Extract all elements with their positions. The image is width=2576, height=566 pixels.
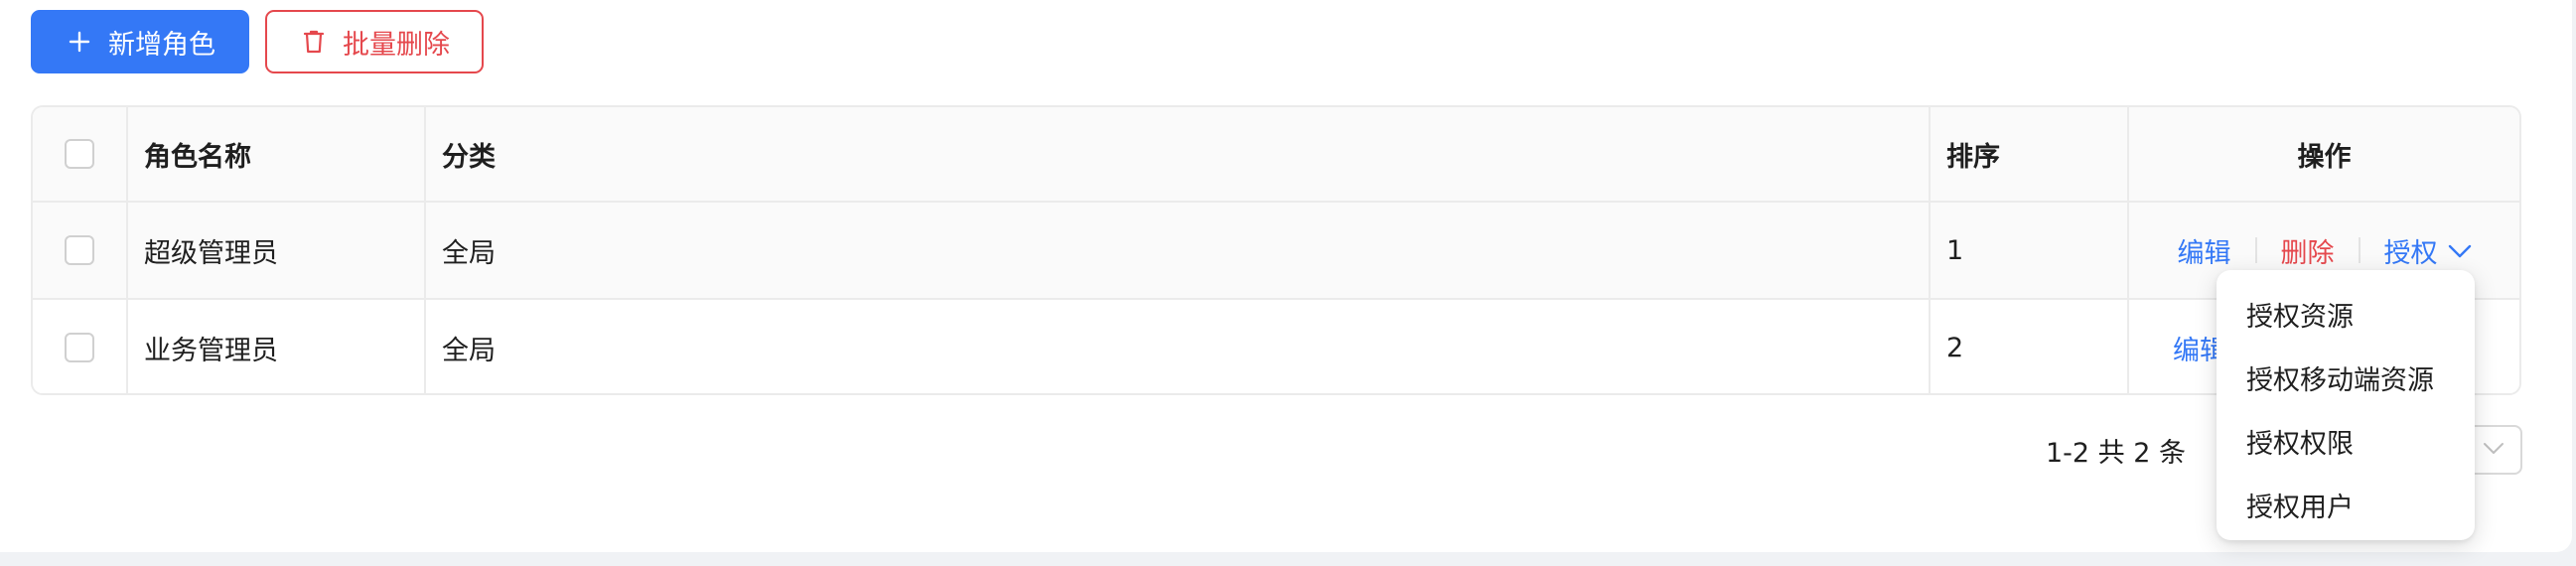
row-checkbox[interactable] <box>65 235 94 265</box>
select-all-checkbox[interactable] <box>65 139 94 169</box>
chevron-down-icon <box>2448 235 2472 266</box>
row-select-cell <box>33 300 128 393</box>
header-name[interactable]: 角色名称 <box>128 107 426 201</box>
action-divider <box>2358 237 2361 263</box>
menu-item-authorize-mobile-resources[interactable]: 授权移动端资源 <box>2217 346 2475 409</box>
plus-icon <box>65 27 94 57</box>
role-sort: 1 <box>1931 203 2129 298</box>
edit-link[interactable]: 编辑 <box>2178 231 2231 270</box>
authorize-menu: 授权资源 授权移动端资源 授权权限 授权用户 <box>2217 270 2475 540</box>
roles-table: 角色名称 分类 排序 操作 超级管理员 全局 1 编辑 删除 授权 业务管理员 … <box>31 105 2521 395</box>
table-row: 超级管理员 全局 1 编辑 删除 授权 <box>33 203 2519 300</box>
table-row: 业务管理员 全局 2 编辑 <box>33 300 2519 393</box>
role-category: 全局 <box>426 203 1931 298</box>
role-sort: 2 <box>1931 300 2129 393</box>
batch-delete-label: 批量删除 <box>343 29 450 61</box>
role-name: 业务管理员 <box>128 300 426 393</box>
add-role-label: 新增角色 <box>108 29 215 61</box>
row-checkbox[interactable] <box>65 333 94 362</box>
table-header-row: 角色名称 分类 排序 操作 <box>33 107 2519 203</box>
row-select-cell <box>33 203 128 298</box>
menu-item-authorize-users[interactable]: 授权用户 <box>2217 473 2475 536</box>
menu-item-authorize-resources[interactable]: 授权资源 <box>2217 282 2475 346</box>
content-card: 新增角色 批量删除 角色名称 分类 排序 操作 超级管理员 全局 1 编辑 删除… <box>0 0 2572 552</box>
batch-delete-button[interactable]: 批量删除 <box>265 10 484 73</box>
header-category[interactable]: 分类 <box>426 107 1931 201</box>
header-actions: 操作 <box>2297 141 2352 173</box>
toolbar: 新增角色 批量删除 <box>31 10 484 73</box>
role-name: 超级管理员 <box>128 203 426 298</box>
delete-link[interactable]: 删除 <box>2281 231 2335 270</box>
authorize-label: 授权 <box>2383 237 2438 269</box>
role-category: 全局 <box>426 300 1931 393</box>
chevron-down-icon <box>2483 441 2504 460</box>
pagination-total: 1-2 共 2 条 <box>2046 438 2187 469</box>
menu-item-authorize-permissions[interactable]: 授权权限 <box>2217 409 2475 473</box>
trash-icon <box>299 27 329 57</box>
action-divider <box>2254 237 2257 263</box>
add-role-button[interactable]: 新增角色 <box>31 10 249 73</box>
select-all-cell <box>33 107 128 201</box>
header-sort[interactable]: 排序 <box>1931 107 2129 201</box>
authorize-dropdown-trigger[interactable]: 授权 <box>2384 231 2472 270</box>
